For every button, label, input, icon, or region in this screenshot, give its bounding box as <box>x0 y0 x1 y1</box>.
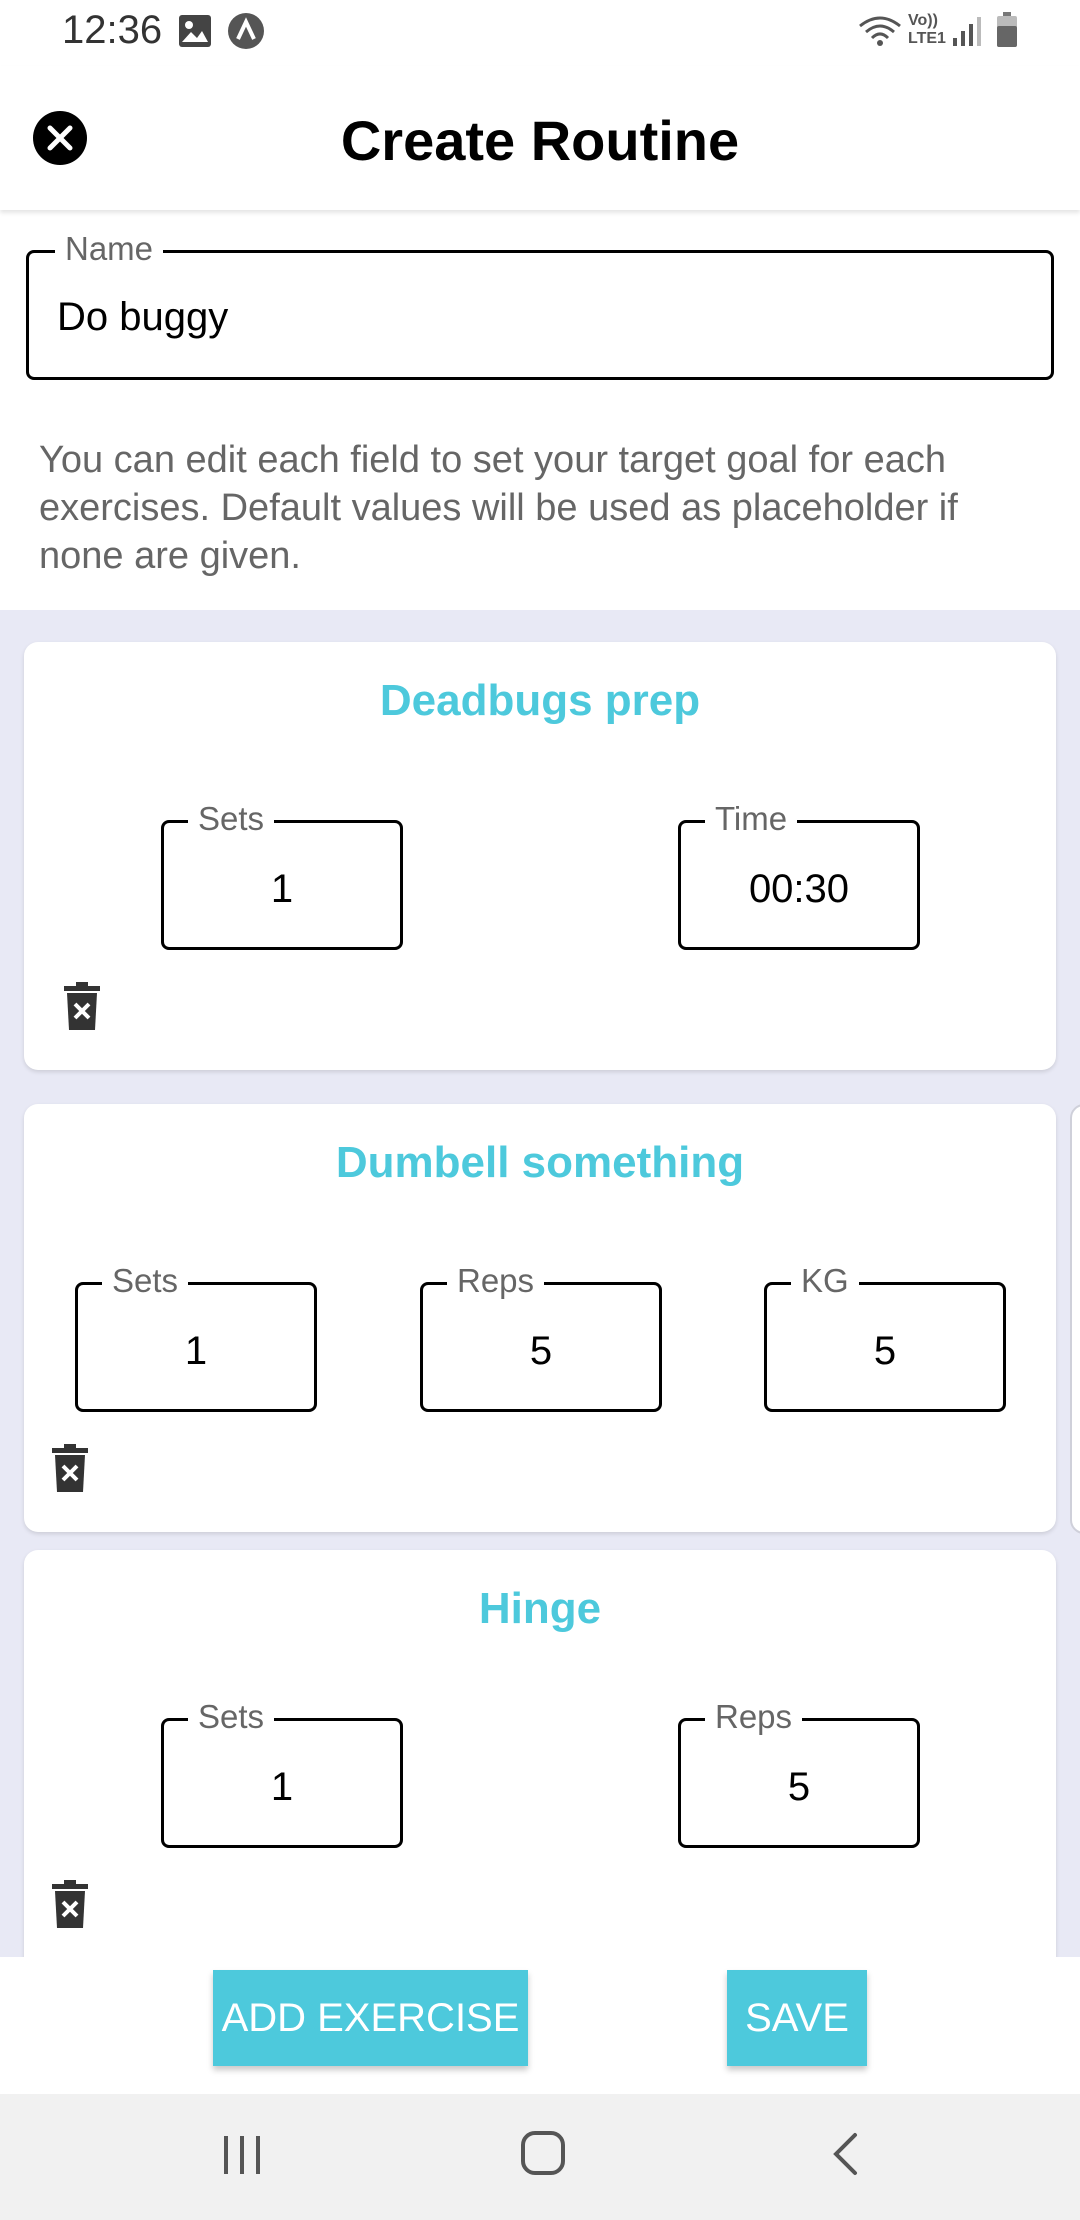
reps-field[interactable]: Reps 5 <box>678 1695 920 1848</box>
field-label: Sets <box>102 1259 189 1303</box>
field-value[interactable]: 1 <box>78 1329 314 1374</box>
status-bar: 12:36 Vo)) LTE1 <box>0 0 1080 66</box>
field-value[interactable]: 00:30 <box>681 867 917 912</box>
add-exercise-button[interactable]: ADD EXERCISE <box>213 1970 528 2066</box>
field-value[interactable]: 5 <box>681 1765 917 1810</box>
sets-field[interactable]: Sets 1 <box>161 1695 403 1848</box>
delete-icon[interactable] <box>52 1880 92 1930</box>
exercise-name: Deadbugs prep <box>379 676 701 725</box>
name-field-label: Name <box>55 227 164 271</box>
field-label: KG <box>791 1259 859 1303</box>
save-button[interactable]: SAVE <box>727 1970 867 2066</box>
exercise-list[interactable]: Deadbugs prep Sets 1 Time 00:30 Dumbell … <box>0 610 1080 1957</box>
signal-icon <box>952 14 982 48</box>
exercise-card: Deadbugs prep Sets 1 Time 00:30 <box>24 642 1056 1070</box>
name-input[interactable]: Do buggy <box>57 295 1017 340</box>
sets-field[interactable]: Sets 1 <box>161 797 403 950</box>
recent-apps-icon[interactable] <box>220 2134 264 2181</box>
kg-field[interactable]: KG 5 <box>764 1259 1006 1412</box>
field-label: Reps <box>705 1695 803 1739</box>
offscreen-card-edge <box>1070 1104 1080 1534</box>
exercise-card: Dumbell something Sets 1 Reps 5 KG 5 <box>24 1104 1056 1532</box>
field-label: Sets <box>188 1695 275 1739</box>
delete-icon[interactable] <box>64 982 104 1032</box>
app-header: Create Routine <box>0 66 1080 210</box>
lte-label: LTE1 <box>908 30 946 47</box>
helper-text: You can edit each field to set your targ… <box>39 439 958 577</box>
field-value[interactable]: 5 <box>767 1329 1003 1374</box>
field-label: Time <box>705 797 798 841</box>
field-value[interactable]: 1 <box>164 867 400 912</box>
page-title: Create Routine <box>340 109 740 172</box>
app-notification-icon <box>227 12 265 49</box>
delete-icon[interactable] <box>52 1444 92 1494</box>
sets-field[interactable]: Sets 1 <box>75 1259 317 1412</box>
exercise-card: Hinge Sets 1 Reps 5 <box>24 1550 1056 1957</box>
system-nav-bar <box>0 2094 1080 2220</box>
volte-icon: Vo)) LTE1 <box>908 12 948 47</box>
volte-label: Vo)) <box>908 12 938 29</box>
home-icon[interactable] <box>520 2130 566 2181</box>
field-value[interactable]: 5 <box>423 1329 659 1374</box>
image-icon <box>178 14 212 48</box>
exercise-name: Dumbell something <box>335 1138 745 1187</box>
exercise-name: Hinge <box>478 1584 602 1633</box>
reps-field[interactable]: Reps 5 <box>420 1259 662 1412</box>
time-field[interactable]: Time 00:30 <box>678 797 920 950</box>
status-time: 12:36 <box>62 8 163 52</box>
name-field[interactable]: Name Do buggy <box>26 227 1054 380</box>
battery-icon <box>996 12 1018 47</box>
action-bar: ADD EXERCISE SAVE <box>0 1957 1080 2094</box>
field-value[interactable]: 1 <box>164 1765 400 1810</box>
back-icon[interactable] <box>830 2132 860 2181</box>
field-label: Sets <box>188 797 275 841</box>
field-label: Reps <box>447 1259 545 1303</box>
wifi-icon <box>858 14 902 48</box>
